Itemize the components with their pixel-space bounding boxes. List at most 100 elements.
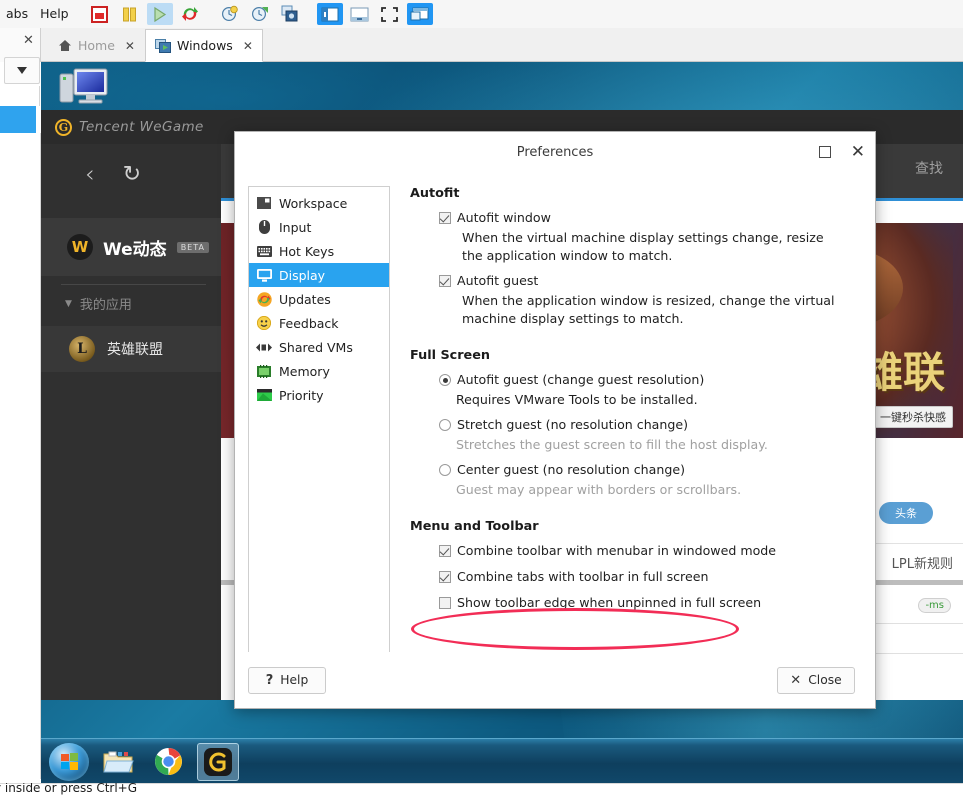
fullscreen-icon[interactable] bbox=[377, 3, 403, 25]
fullscreen-autofit-guest-radio[interactable] bbox=[439, 374, 451, 386]
question-icon: ? bbox=[265, 672, 274, 688]
fullscreen-stretch-guest-description: Stretches the guest screen to fill the h… bbox=[456, 437, 768, 452]
autofit-guest-label: Autofit guest bbox=[457, 273, 539, 288]
home-icon bbox=[58, 39, 72, 52]
tab-home[interactable]: Home ✕ bbox=[49, 29, 144, 62]
latency-badge: -ms bbox=[918, 598, 951, 613]
library-dropdown[interactable] bbox=[4, 57, 40, 84]
autofit-window-description: When the virtual machine display setting… bbox=[462, 230, 824, 263]
play-icon[interactable] bbox=[146, 3, 173, 25]
updates-icon bbox=[256, 291, 272, 307]
combine-toolbar-menubar-row[interactable]: Combine toolbar with menubar in windowed… bbox=[410, 543, 855, 559]
sidebar-item-input-label: Input bbox=[279, 219, 312, 235]
library-close-icon[interactable]: ✕ bbox=[23, 34, 34, 47]
snapshot-take-icon[interactable] bbox=[217, 3, 243, 25]
wegame-search-label[interactable]: 查找 bbox=[915, 158, 943, 178]
news-headline[interactable]: LPL新规则 bbox=[892, 553, 953, 572]
show-toolbar-edge-checkbox[interactable] bbox=[439, 597, 451, 609]
tab-windows-label: Windows bbox=[177, 38, 233, 53]
sidebar-item-shared-vms[interactable]: Shared VMs bbox=[249, 335, 389, 359]
wegame-dynamic-item[interactable]: W We动态 BETA bbox=[41, 218, 221, 276]
combine-toolbar-menubar-checkbox[interactable] bbox=[439, 545, 451, 557]
back-icon[interactable]: ‹ bbox=[85, 160, 95, 188]
taskbar-wegame[interactable] bbox=[197, 742, 239, 781]
combine-tabs-toolbar-row[interactable]: Combine tabs with toolbar in full screen bbox=[410, 569, 855, 585]
autofit-guest-description: When the application window is resized, … bbox=[462, 293, 835, 326]
fullscreen-center-guest-label: Center guest (no resolution change) bbox=[457, 462, 686, 477]
sidebar-item-memory-label: Memory bbox=[279, 363, 330, 379]
autofit-window-row[interactable]: Autofit window bbox=[410, 210, 855, 226]
sidebar-item-workspace-label: Workspace bbox=[279, 195, 348, 211]
autofit-window-checkbox[interactable] bbox=[439, 212, 451, 224]
sidebar-item-hot-keys[interactable]: Hot Keys bbox=[249, 239, 389, 263]
sidebar-item-hot-keys-label: Hot Keys bbox=[279, 243, 335, 259]
workspace-icon bbox=[256, 196, 272, 211]
display-settings-panel: Autofit Autofit window When the virtual … bbox=[404, 186, 855, 652]
we-dynamic-icon: W bbox=[67, 234, 93, 260]
news-tag[interactable]: 头条 bbox=[879, 502, 933, 524]
sidebar-item-priority[interactable]: Priority bbox=[249, 383, 389, 407]
sidebar-item-display-label: Display bbox=[279, 267, 326, 283]
menu-help[interactable]: Help bbox=[34, 0, 75, 28]
my-apps-label: 我的应用 bbox=[79, 298, 132, 313]
snapshot-manager-icon[interactable] bbox=[277, 3, 303, 25]
show-library-icon[interactable] bbox=[316, 3, 343, 25]
library-selected-item[interactable] bbox=[0, 106, 36, 133]
taskbar-chrome[interactable] bbox=[147, 743, 189, 781]
desktop-computer-icon[interactable] bbox=[58, 66, 116, 114]
fullscreen-center-guest-row[interactable]: Center guest (no resolution change) bbox=[410, 462, 855, 478]
wegame-logo-icon: G bbox=[55, 118, 72, 136]
sidebar-item-input[interactable]: Input bbox=[249, 215, 389, 239]
tab-home-close-icon[interactable]: ✕ bbox=[125, 39, 135, 53]
show-toolbar-edge-row[interactable]: Show toolbar edge when unpinned in full … bbox=[410, 595, 855, 611]
sidebar-item-memory[interactable]: Memory bbox=[249, 359, 389, 383]
tab-windows-close-icon[interactable]: ✕ bbox=[243, 39, 253, 53]
unity-mode-icon[interactable] bbox=[406, 3, 433, 25]
reload-icon[interactable]: ↻ bbox=[123, 162, 141, 187]
start-button[interactable] bbox=[49, 742, 89, 781]
autofit-guest-checkbox[interactable] bbox=[439, 275, 451, 287]
sidebar-item-shared-vms-label: Shared VMs bbox=[279, 339, 353, 355]
fullscreen-autofit-guest-row[interactable]: Autofit guest (change guest resolution) bbox=[410, 372, 855, 388]
sidebar-item-display[interactable]: Display bbox=[249, 263, 389, 287]
fullscreen-center-guest-radio[interactable] bbox=[439, 464, 451, 476]
library-pane-top bbox=[0, 86, 40, 106]
close-button[interactable]: ✕ Close bbox=[777, 666, 855, 694]
sidebar-item-priority-label: Priority bbox=[279, 387, 324, 403]
keyboard-icon bbox=[256, 244, 272, 259]
preferences-sidebar: Workspace Input Hot Keys Display Updates… bbox=[248, 186, 390, 652]
maximize-icon[interactable] bbox=[818, 146, 831, 158]
close-button-label: Close bbox=[808, 673, 842, 687]
wegame-app-lol[interactable]: L 英雄联盟 bbox=[41, 326, 221, 372]
help-button[interactable]: ? Help bbox=[248, 666, 326, 694]
wegame-nav: ‹ ↻ bbox=[41, 144, 221, 204]
status-bar-text: y inside or press Ctrl+G bbox=[0, 783, 138, 795]
show-thumbnails-icon[interactable] bbox=[347, 3, 373, 25]
lol-icon: L bbox=[69, 336, 95, 362]
help-button-label: Help bbox=[280, 673, 309, 687]
pause-icon[interactable] bbox=[117, 3, 143, 25]
sidebar-item-workspace[interactable]: Workspace bbox=[249, 191, 389, 215]
sidebar-item-feedback[interactable]: Feedback bbox=[249, 311, 389, 335]
fullscreen-stretch-guest-radio[interactable] bbox=[439, 419, 451, 431]
feedback-icon bbox=[256, 316, 272, 331]
mouse-icon bbox=[256, 220, 272, 235]
snapshot-revert-icon[interactable] bbox=[247, 3, 273, 25]
wegame-sidebar: ‹ ↻ W We动态 BETA ▼ 我的应用 L 英雄联盟 bbox=[41, 144, 221, 700]
close-icon[interactable]: ✕ bbox=[851, 143, 865, 161]
taskbar-explorer[interactable] bbox=[97, 743, 139, 781]
combine-tabs-toolbar-checkbox[interactable] bbox=[439, 571, 451, 583]
restart-icon[interactable] bbox=[177, 3, 203, 25]
power-off-icon[interactable] bbox=[87, 3, 113, 25]
status-bar: y inside or press Ctrl+G bbox=[0, 783, 963, 799]
wegame-brand-label: Tencent WeGame bbox=[79, 119, 204, 135]
my-apps-header[interactable]: ▼ 我的应用 bbox=[65, 294, 132, 313]
sidebar-item-updates[interactable]: Updates bbox=[249, 287, 389, 311]
screen: abs Help ✕ Home ✕ Windows ✕ G Tencent We… bbox=[0, 0, 963, 799]
fullscreen-stretch-guest-row[interactable]: Stretch guest (no resolution change) bbox=[410, 417, 855, 433]
priority-icon bbox=[256, 388, 272, 403]
group-autofit: Autofit Autofit window When the virtual … bbox=[410, 186, 855, 328]
tab-windows[interactable]: Windows ✕ bbox=[145, 29, 263, 62]
autofit-guest-row[interactable]: Autofit guest bbox=[410, 273, 855, 289]
menu-tabs[interactable]: abs bbox=[0, 0, 34, 28]
